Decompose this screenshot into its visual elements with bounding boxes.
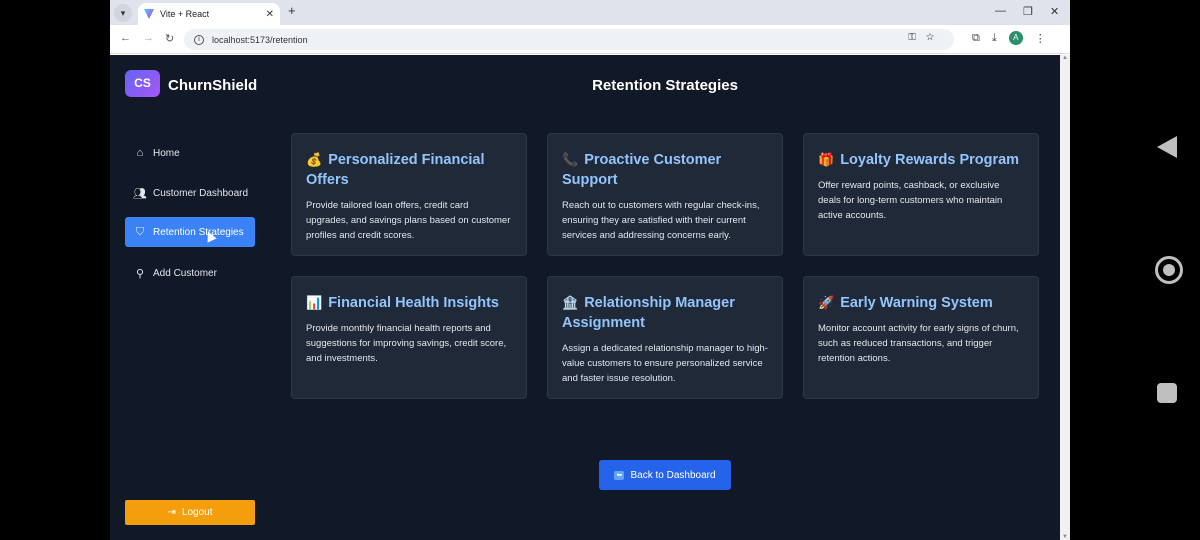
back-arrow-icon[interactable]: ← bbox=[120, 32, 131, 44]
window-close-icon[interactable]: ✕ bbox=[1050, 5, 1059, 18]
sidebar-item-label: Customer Dashboard bbox=[153, 187, 249, 199]
card-title: 🚀 Early Warning System bbox=[818, 295, 993, 311]
money-bag-icon: 💰 bbox=[306, 152, 323, 167]
android-back-icon[interactable] bbox=[1157, 136, 1177, 158]
browser-window: ▾ Vite + React ✕ + — ❐ ✕ ← → ↻ i localho… bbox=[110, 0, 1070, 540]
card-title: 💰 Personalized Financial Offers bbox=[306, 152, 485, 188]
card-title: 🎁 Loyalty Rewards Program bbox=[818, 152, 1020, 168]
sidebar-item-retention-strategies[interactable]: ⛉ Retention Strategies bbox=[125, 217, 255, 247]
logout-icon: ⇥ bbox=[167, 507, 176, 518]
page-title: Retention Strategies bbox=[592, 77, 738, 94]
user-plus-icon: ⚲ bbox=[135, 267, 145, 280]
sidebar-item-label: Add Customer bbox=[153, 267, 217, 279]
card-description: Offer reward points, cashback, or exclus… bbox=[818, 180, 1003, 221]
gift-icon: 🎁 bbox=[818, 152, 835, 167]
shield-icon: ⛉ bbox=[135, 225, 145, 238]
left-black-margin bbox=[0, 0, 110, 540]
download-icon[interactable]: ⤓ bbox=[992, 32, 997, 45]
users-icon: 👥︎ bbox=[133, 187, 147, 200]
card-description: Reach out to customers with regular chec… bbox=[562, 200, 760, 241]
browser-tab[interactable]: Vite + React ✕ bbox=[138, 3, 280, 25]
back-arrow-icon: ⬅ bbox=[614, 470, 625, 480]
bank-icon: 🏦 bbox=[562, 295, 579, 310]
card-title: 📊 Financial Health Insights bbox=[306, 295, 499, 311]
reload-icon[interactable]: ↻ bbox=[165, 32, 174, 45]
url-field[interactable]: i localhost:5173/retention ⚿☆ bbox=[184, 29, 954, 50]
logout-button[interactable]: ⇥ Logout bbox=[125, 500, 255, 525]
strategy-card: 📞 Proactive Customer Support Reach out to… bbox=[547, 133, 783, 256]
phone-icon: 📞 bbox=[562, 152, 579, 167]
card-description: Assign a dedicated relationship manager … bbox=[562, 343, 768, 384]
sidebar-item-label: Home bbox=[153, 147, 180, 159]
sidebar-item-customer-dashboard[interactable]: 👥︎ Customer Dashboard bbox=[125, 178, 255, 208]
back-to-dashboard-button[interactable]: ⬅ Back to Dashboard bbox=[599, 460, 731, 490]
site-info-icon[interactable]: i bbox=[194, 34, 204, 45]
sidebar-item-label: Retention Strategies bbox=[153, 226, 244, 238]
tab-title: Vite + React bbox=[160, 9, 210, 19]
minimize-icon[interactable]: — bbox=[995, 5, 1006, 17]
back-button-label: Back to Dashboard bbox=[630, 469, 716, 481]
omnibox-icons[interactable]: ⚿☆ bbox=[908, 32, 944, 43]
android-recents-icon[interactable] bbox=[1157, 383, 1177, 403]
tab-search-icon[interactable]: ▾ bbox=[114, 4, 132, 22]
vite-icon bbox=[144, 9, 154, 19]
strategy-card: 🎁 Loyalty Rewards Program Offer reward po… bbox=[803, 133, 1039, 256]
tab-close-icon[interactable]: ✕ bbox=[266, 9, 274, 20]
menu-icon[interactable]: ⋮ bbox=[1035, 32, 1046, 45]
sidebar-item-home[interactable]: ⌂ Home bbox=[125, 138, 255, 168]
home-icon: ⌂ bbox=[136, 147, 144, 159]
strategy-card: 🏦 Relationship Manager Assignment Assign … bbox=[547, 276, 783, 399]
app-container: CS ChurnShield Retention Strategies ⌂ Ho… bbox=[110, 55, 1060, 540]
url-text: localhost:5173/retention bbox=[212, 34, 308, 45]
card-description: Provide tailored loan offers, credit car… bbox=[306, 200, 511, 241]
android-home-icon[interactable] bbox=[1155, 256, 1183, 284]
card-description: Monitor account activity for early signs… bbox=[818, 323, 1019, 364]
logout-label: Logout bbox=[181, 507, 213, 518]
chart-icon: 📊 bbox=[306, 295, 323, 310]
extensions-icon[interactable]: ⧉ bbox=[972, 32, 980, 45]
strategy-card: 🚀 Early Warning System Monitor account ac… bbox=[803, 276, 1039, 399]
restore-icon[interactable]: ❐ bbox=[1023, 5, 1033, 18]
forward-arrow-icon[interactable]: → bbox=[143, 32, 154, 44]
new-tab-icon[interactable]: + bbox=[288, 3, 296, 18]
sidebar-item-add-customer[interactable]: ⚲ Add Customer bbox=[125, 258, 255, 288]
card-description: Provide monthly financial health reports… bbox=[306, 323, 507, 364]
rocket-icon: 🚀 bbox=[818, 295, 835, 310]
card-title: 📞 Proactive Customer Support bbox=[562, 152, 722, 188]
profile-avatar[interactable]: A bbox=[1008, 31, 1023, 45]
toolbar-icons: ⧉ ⤓ A ⋮ bbox=[972, 31, 1046, 45]
address-bar: ← → ↻ i localhost:5173/retention ⚿☆ ⧉ ⤓ … bbox=[110, 25, 1070, 54]
strategy-card: 📊 Financial Health Insights Provide month… bbox=[291, 276, 527, 399]
scrollbar[interactable] bbox=[1060, 55, 1070, 540]
strategy-card: 💰 Personalized Financial Offers Provide t… bbox=[291, 133, 527, 256]
tab-bar: ▾ Vite + React ✕ + — ❐ ✕ bbox=[110, 0, 1070, 25]
card-title: 🏦 Relationship Manager Assignment bbox=[562, 295, 735, 331]
